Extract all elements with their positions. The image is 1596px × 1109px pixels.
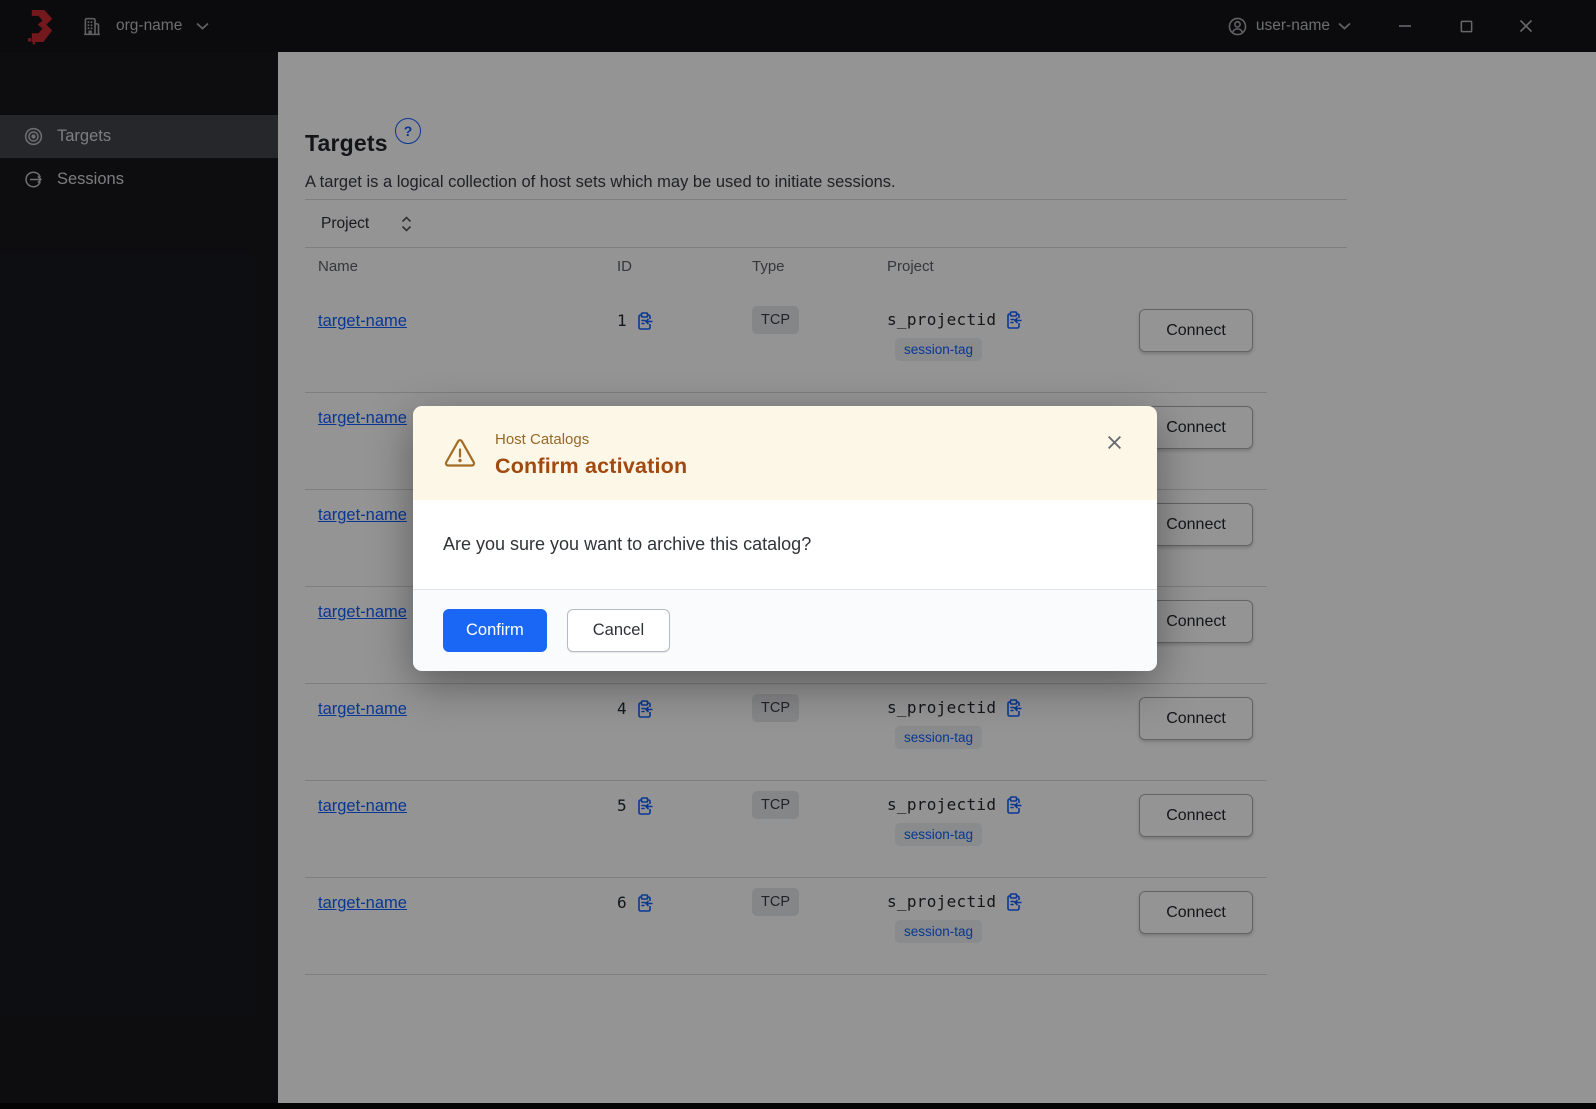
close-icon[interactable] bbox=[1102, 430, 1127, 455]
dialog-body-text: Are you sure you want to archive this ca… bbox=[413, 500, 1157, 589]
alert-triangle-icon bbox=[443, 438, 477, 479]
dialog-title: Confirm activation bbox=[495, 454, 688, 478]
dialog-header: Host Catalogs Confirm activation bbox=[413, 406, 1157, 500]
confirm-button[interactable]: Confirm bbox=[443, 609, 547, 652]
confirm-dialog: Host Catalogs Confirm activation Are you… bbox=[413, 406, 1157, 671]
dialog-footer: Confirm Cancel bbox=[413, 589, 1157, 671]
dialog-tagline: Host Catalogs bbox=[495, 431, 590, 448]
cancel-button[interactable]: Cancel bbox=[566, 609, 671, 652]
